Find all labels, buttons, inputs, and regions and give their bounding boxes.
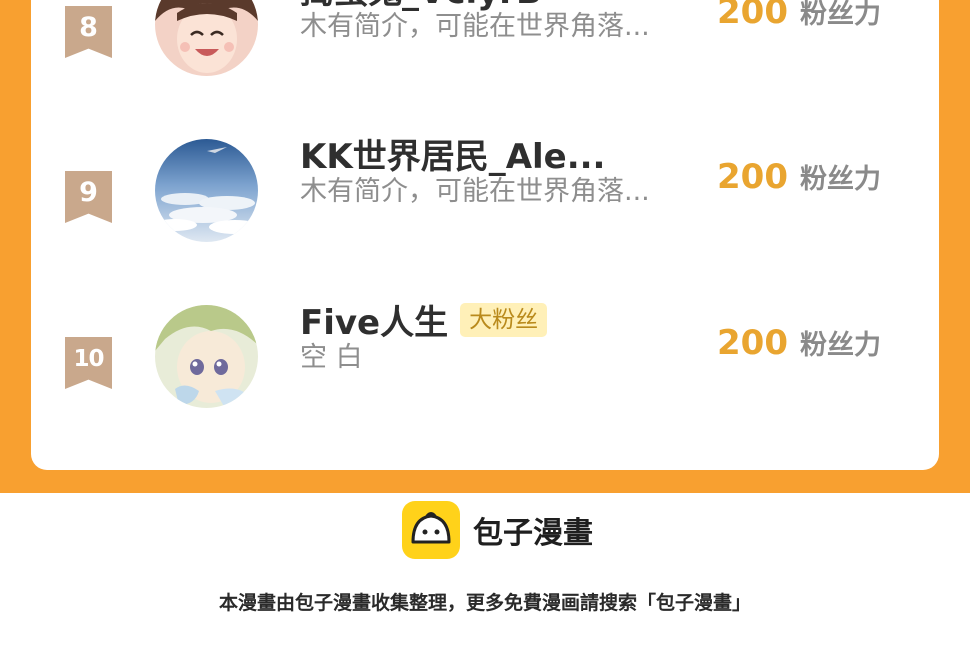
rank-badge: 10: [65, 337, 112, 389]
ranking-row[interactable]: 9 KK世界居民_Ale... 木有简介，可能在世界角落... 200 粉丝力: [31, 135, 939, 245]
fan-power: 200 粉丝力: [717, 0, 881, 32]
bio: 空 白: [300, 342, 363, 373]
footer: 包子漫畫 本漫畫由包子漫畫收集整理，更多免費漫画請搜索「包子漫畫」: [0, 493, 970, 654]
ranking-row[interactable]: 10 Five人生 大粉丝 空 白 200 粉丝力: [31, 301, 939, 411]
rank-badge: 9: [65, 171, 112, 223]
bio: 木有简介，可能在世界角落...: [300, 176, 650, 207]
fan-power-unit: 粉丝力: [799, 330, 881, 361]
avatar[interactable]: [155, 139, 258, 242]
ranking-row[interactable]: 8 捣蛋鬼_VclyrB 木有简介，可能在世界角落... 200 粉丝力: [31, 0, 939, 80]
fan-power: 200 粉丝力: [717, 157, 881, 197]
ranking-card: 8 捣蛋鬼_VclyrB 木有简介，可能在世界角落... 200 粉丝力 9: [31, 0, 939, 470]
fan-power-unit: 粉丝力: [799, 164, 881, 195]
bio: 木有简介，可能在世界角落...: [300, 11, 650, 42]
fan-power-value: 200: [717, 323, 788, 363]
avatar-sky-clouds-icon: [155, 139, 258, 242]
fan-power-value: 200: [717, 0, 788, 32]
avatar[interactable]: [155, 0, 258, 76]
fan-level-badge: 大粉丝: [460, 302, 548, 337]
avatar-boy-smiling-icon: [155, 0, 258, 76]
rank-badge: 8: [65, 6, 112, 58]
fan-power-value: 200: [717, 157, 788, 197]
fan-power: 200 粉丝力: [717, 323, 881, 363]
avatar-anime-child-icon: [155, 305, 258, 408]
source-note: 本漫畫由包子漫畫收集整理，更多免費漫画請搜索「包子漫畫」: [218, 592, 751, 614]
bun-logo-icon: [402, 501, 460, 559]
brand-name: 包子漫畫: [473, 516, 593, 551]
avatar[interactable]: [155, 305, 258, 408]
brand-logo[interactable]: 包子漫畫: [402, 501, 593, 559]
fan-power-unit: 粉丝力: [799, 0, 881, 30]
